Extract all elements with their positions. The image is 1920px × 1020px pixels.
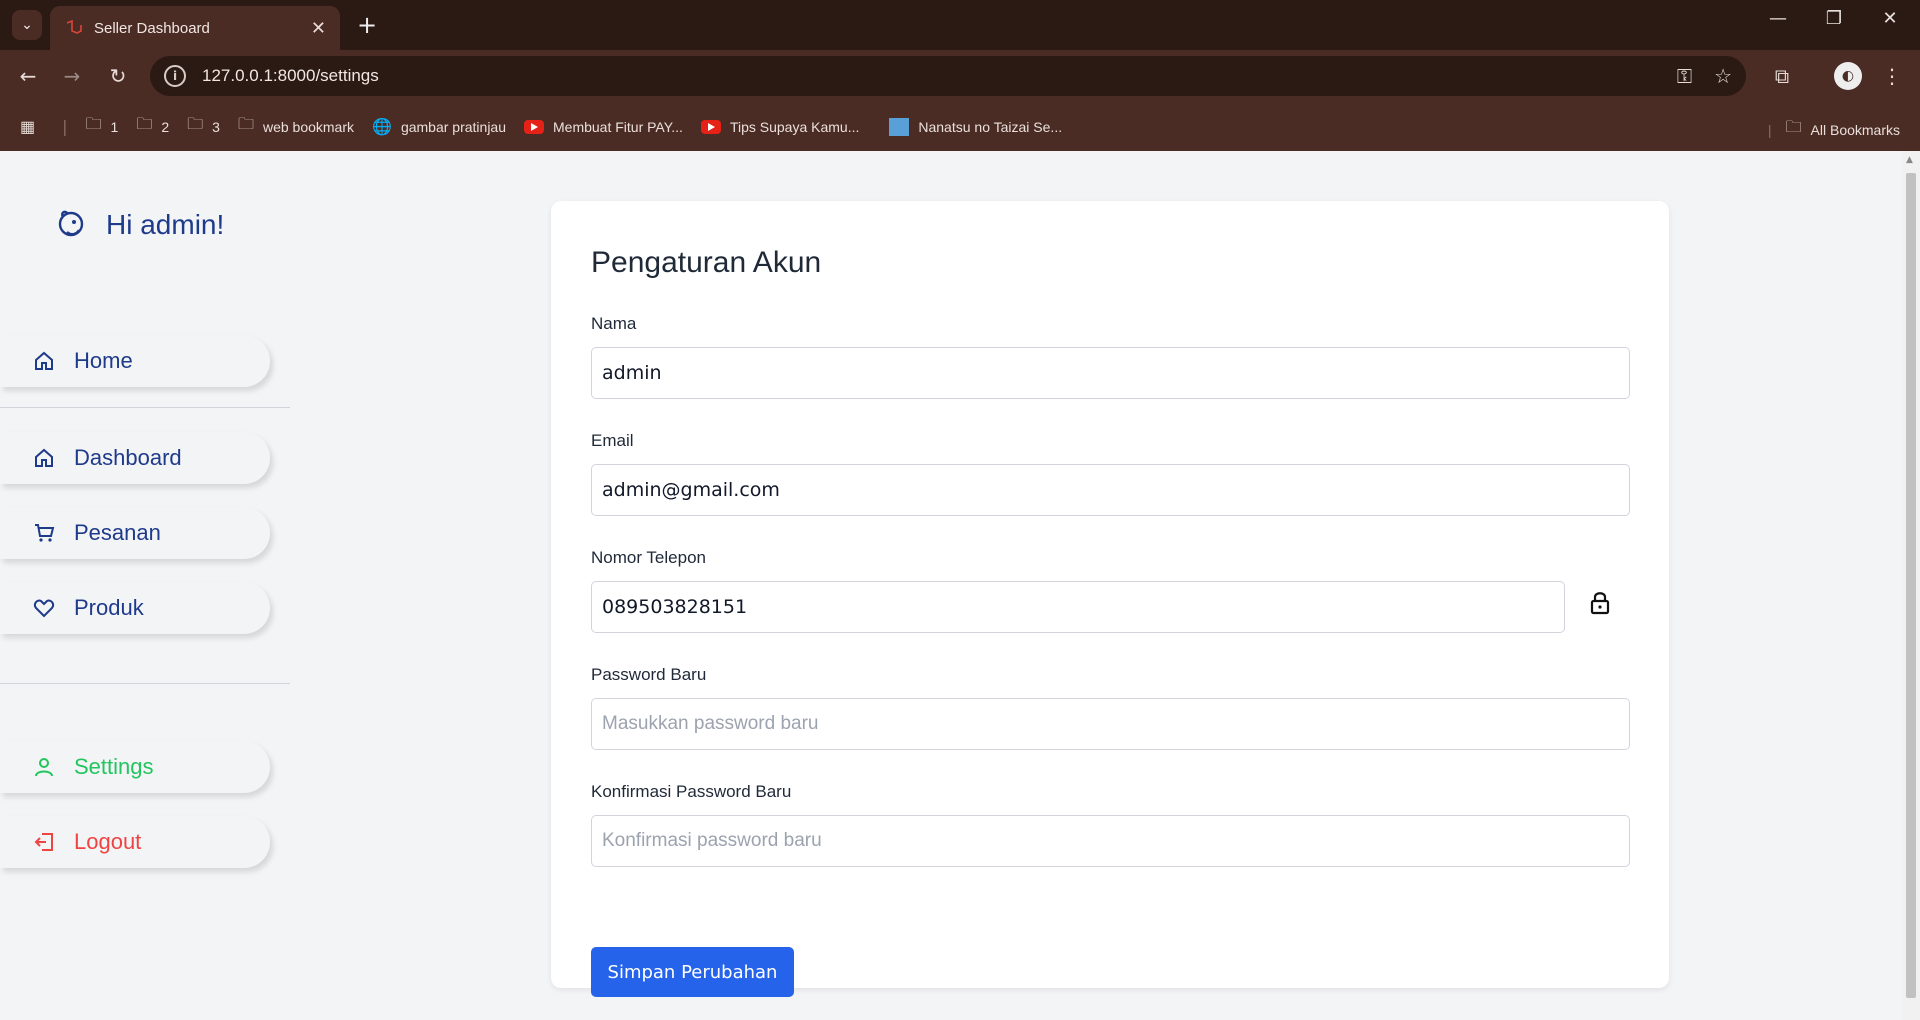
brand: Hi admin! [54,208,224,242]
phone-input[interactable]: 089503828151 [591,581,1565,633]
sidebar-divider [0,407,290,408]
sidebar-item-dashboard[interactable]: Dashboard [0,432,270,484]
sidebar-item-label: Dashboard [74,445,182,470]
confirm-password-input[interactable]: Konfirmasi password baru [591,815,1630,867]
apps-icon[interactable]: ▦ [20,117,44,137]
scrollbar-thumb[interactable] [1906,173,1916,998]
profile-avatar[interactable]: ◐ [1834,62,1862,90]
bookmark-item[interactable]: 🗀 3 [187,113,220,140]
mailchimp-logo-icon [58,210,84,237]
folder-icon: 🗀 [136,116,153,133]
nama-input[interactable]: admin [591,347,1630,399]
password-key-icon[interactable]: ⚿ [1677,64,1692,88]
sidebar-item-logout[interactable]: Logout [0,816,270,868]
logout-icon [32,830,56,854]
all-bookmarks-button[interactable]: | 🗀 All Bookmarks [1768,116,1900,143]
scroll-up-icon[interactable]: ▲ [1906,155,1913,165]
tab-title: Seller Dashboard [94,19,210,37]
user-icon [32,755,56,779]
sidebar-divider [0,683,290,684]
nama-label: Nama [591,314,637,333]
page-content: Hi admin! Home Dashboard Pesanan Produk … [0,151,1902,1020]
bookmark-item[interactable]: 🌐 gambar pratinjau [372,117,506,137]
greeting-text: Hi admin! [106,209,225,240]
youtube-icon [700,119,721,134]
restore-button[interactable]: ❐ [1814,8,1854,29]
close-tab-icon[interactable]: ✕ [311,18,326,39]
email-input[interactable]: admin@gmail.com [591,464,1630,516]
sidebar-item-label: Home [74,348,133,373]
site-info-icon[interactable]: i [164,65,186,87]
sidebar-item-label: Settings [74,754,154,779]
bookmark-item[interactable]: 🗀 2 [136,113,169,140]
sidebar-item-label: Pesanan [74,520,161,545]
bookmark-item[interactable]: Nanatsu no Taizai Se... [889,117,1062,136]
sidebar-item-settings[interactable]: Settings [0,741,270,793]
save-changes-button[interactable]: Simpan Perubahan [591,947,794,997]
page-scrollbar[interactable]: ▲ [1902,151,1920,1020]
heart-icon [32,596,56,620]
folder-icon: 🗀 [237,116,254,133]
laravel-icon [64,18,84,38]
image-icon [889,117,910,136]
sidebar-item-pesanan[interactable]: Pesanan [0,507,270,559]
sidebar-item-label: Logout [74,829,142,854]
new-tab-button[interactable]: + [352,10,382,40]
bookmark-item[interactable]: Membuat Fitur PAY... [524,119,683,135]
browser-tab[interactable]: Seller Dashboard ✕ [50,6,340,50]
minimize-button[interactable]: — [1758,8,1798,29]
lock-icon[interactable] [1589,591,1611,615]
globe-icon: 🌐 [372,118,392,136]
phone-label: Nomor Telepon [591,548,706,567]
tab-search-button[interactable]: ⌄ [12,10,42,40]
bookmark-item[interactable]: Tips Supaya Kamu... [700,119,859,135]
youtube-icon [524,119,544,134]
password-label: Password Baru [591,665,707,684]
bookmark-item[interactable]: 🗀 1 [86,113,119,140]
home-icon [32,349,56,373]
reload-button[interactable]: ↻ [104,62,132,90]
home-icon [32,446,56,470]
sidebar-item-home[interactable]: Home [0,335,270,387]
sidebar-item-produk[interactable]: Produk [0,582,270,634]
folder-icon: 🗀 [1785,119,1802,136]
folder-icon: 🗀 [85,116,102,133]
bookmark-separator: | [62,117,68,136]
menu-icon[interactable]: ⋮ [1878,62,1906,90]
navigation-bar: ← → ↻ i 127.0.0.1:8000/settings ⚿ ☆ ⧉ ◐ … [0,50,1920,102]
confirm-password-label: Konfirmasi Password Baru [591,782,792,801]
bookmark-item[interactable]: 🗀 web bookmark [238,113,354,140]
browser-chrome: ⌄ Seller Dashboard ✕ + — ❐ ✕ ← → ↻ i 127… [0,0,1920,151]
url-text: 127.0.0.1:8000/settings [202,66,379,85]
address-bar[interactable]: i 127.0.0.1:8000/settings ⚿ ☆ [150,56,1746,96]
bookmarks-bar: ▦ | 🗀 1 🗀 2 🗀 3 🗀 web bookmark 🌐 gambar prati… [0,102,1920,151]
page-title: Pengaturan Akun [591,246,822,279]
sidebar-item-label: Produk [74,595,144,620]
forward-button[interactable]: → [58,62,86,90]
cart-icon [32,521,56,545]
close-window-button[interactable]: ✕ [1870,8,1910,29]
account-settings-card: Pengaturan Akun Nama admin Email admin@g… [551,201,1669,997]
tab-bar: ⌄ Seller Dashboard ✕ + — ❐ ✕ [0,0,1920,50]
back-button[interactable]: ← [14,62,42,90]
extensions-icon[interactable]: ⧉ [1768,62,1796,90]
email-label: Email [591,431,634,450]
folder-icon: 🗀 [187,116,204,133]
bookmark-star-icon[interactable]: ☆ [1714,64,1732,88]
password-input[interactable]: Masukkan password baru [591,698,1630,750]
